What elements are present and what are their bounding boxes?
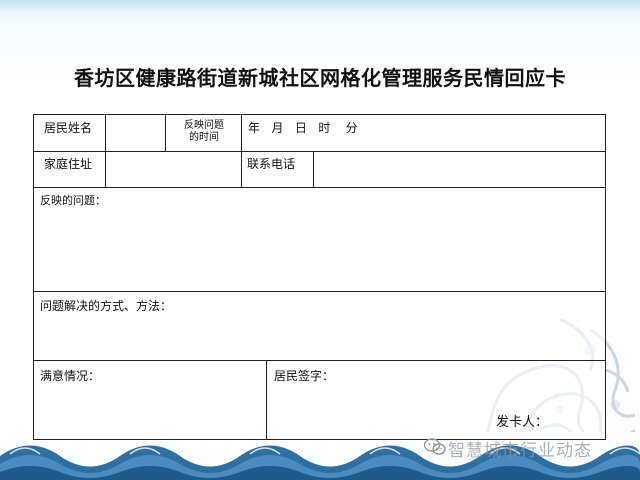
response-card-form: 居民姓名 反映问题 的时间 年 月 日 时 分 家庭住址 联系电话 反映的问题：… <box>33 114 606 440</box>
solution-field[interactable] <box>35 313 604 359</box>
phone-field[interactable] <box>314 152 604 186</box>
signature-field[interactable] <box>268 381 604 411</box>
page-title: 香坊区健康路街道新城社区网格化管理服务民情回应卡 <box>74 66 566 90</box>
top-band <box>0 0 640 12</box>
report-time-label-line2: 的时间 <box>189 132 219 143</box>
report-datetime-field[interactable]: 年 月 日 时 分 <box>248 119 358 136</box>
report-time-label-line1: 反映问题 <box>184 120 224 131</box>
watermark-text: 智慧城市行业动态 <box>448 441 592 461</box>
resident-name-label: 居民姓名 <box>44 121 93 135</box>
solution-label: 问题解决的方式、方法： <box>40 299 173 313</box>
address-label: 家庭住址 <box>44 157 93 171</box>
col-divider <box>241 115 242 151</box>
phone-label: 联系电话 <box>247 157 296 171</box>
row-divider <box>34 360 605 361</box>
satisfaction-field[interactable] <box>35 381 265 439</box>
report-time-label: 反映问题 的时间 <box>172 120 236 144</box>
row-divider <box>34 291 605 292</box>
row-divider <box>34 187 605 188</box>
issuer-label: 发卡人： <box>496 415 549 430</box>
col-divider <box>266 360 267 439</box>
wechat-icon <box>424 438 446 455</box>
col-divider <box>165 115 166 151</box>
resident-name-field[interactable] <box>106 116 165 150</box>
issue-label: 反映的问题： <box>40 194 106 207</box>
col-divider <box>241 151 242 187</box>
issue-field[interactable] <box>35 207 604 290</box>
address-field[interactable] <box>106 152 241 186</box>
